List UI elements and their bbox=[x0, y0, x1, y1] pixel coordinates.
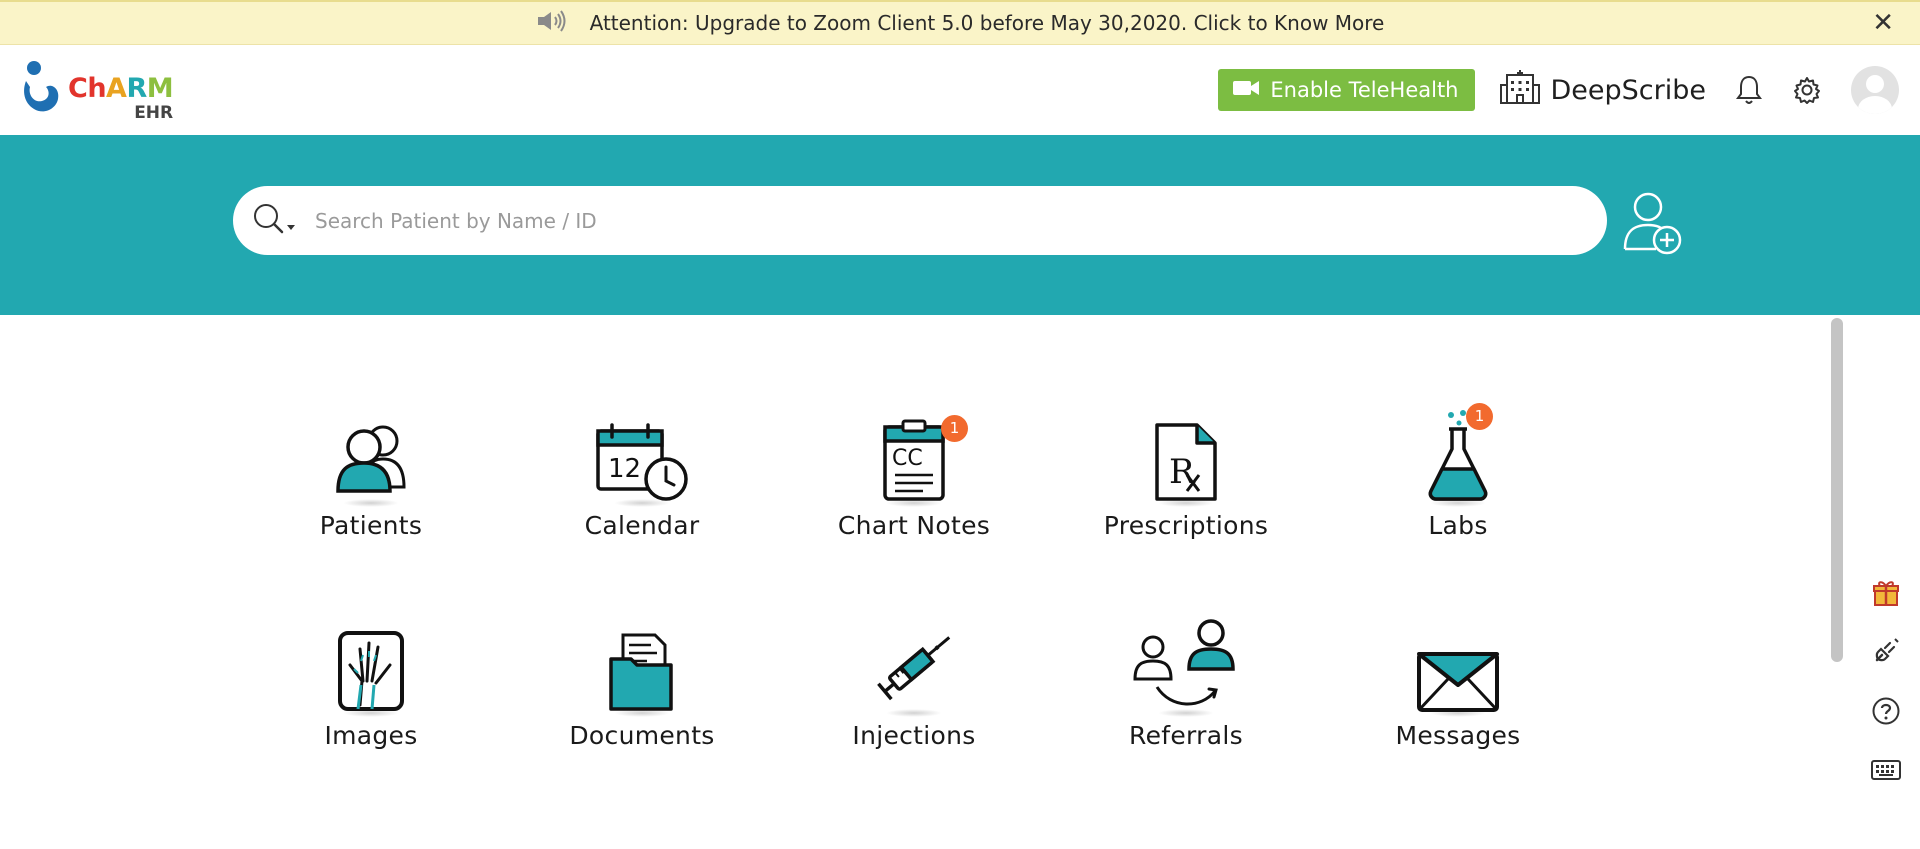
svg-text:CC: CC bbox=[892, 446, 923, 471]
search-icon bbox=[251, 201, 297, 241]
logo-wordmark: ChARM EHR bbox=[68, 73, 174, 123]
module-label: Referrals bbox=[1129, 721, 1243, 750]
module-referrals[interactable]: Referrals bbox=[1076, 613, 1296, 763]
calendar-icon: 12 bbox=[596, 423, 688, 501]
module-label: Calendar bbox=[584, 511, 700, 540]
scrollbar-thumb[interactable] bbox=[1831, 318, 1843, 662]
close-icon[interactable]: ✕ bbox=[1872, 10, 1894, 36]
module-grid: Patients 12 Calendar CC 1 Chart Notes R … bbox=[0, 315, 1920, 849]
charm-logo[interactable]: ChARM EHR bbox=[20, 59, 174, 123]
logo-sub: EHR bbox=[134, 103, 174, 123]
speaker-icon bbox=[536, 9, 570, 38]
module-calendar[interactable]: 12 Calendar bbox=[532, 403, 752, 553]
module-label: Patients bbox=[319, 511, 423, 540]
prescription-icon: R bbox=[1155, 423, 1217, 501]
module-chart-notes[interactable]: CC 1 Chart Notes bbox=[804, 403, 1024, 553]
folder-icon bbox=[609, 633, 673, 711]
charm-logo-mark bbox=[24, 61, 59, 112]
module-label: Images bbox=[324, 721, 418, 750]
module-label: Prescriptions bbox=[1103, 511, 1269, 540]
keyboard-icon[interactable] bbox=[1866, 750, 1906, 790]
xray-hand-icon bbox=[338, 631, 404, 711]
announcement-banner: Attention: Upgrade to Zoom Client 5.0 be… bbox=[0, 0, 1920, 45]
module-prescriptions[interactable]: R Prescriptions bbox=[1076, 403, 1296, 553]
module-label: Injections bbox=[852, 721, 976, 750]
search-band bbox=[0, 135, 1920, 315]
module-label: Labs bbox=[1428, 511, 1488, 540]
search-input[interactable] bbox=[315, 208, 1555, 233]
syringe-icon bbox=[877, 636, 951, 701]
practice-name: DeepScribe bbox=[1550, 74, 1707, 106]
envelope-icon bbox=[1417, 652, 1499, 712]
video-camera-icon bbox=[1232, 78, 1260, 103]
gear-icon[interactable] bbox=[1792, 75, 1822, 105]
module-images[interactable]: Images bbox=[261, 613, 481, 763]
patients-icon bbox=[336, 425, 406, 493]
module-messages[interactable]: Messages bbox=[1348, 613, 1568, 763]
hospital-icon bbox=[1499, 69, 1541, 112]
module-labs[interactable]: 1 Labs bbox=[1348, 403, 1568, 553]
notification-badge: 1 bbox=[1466, 403, 1493, 430]
telehealth-label: Enable TeleHealth bbox=[1270, 78, 1459, 102]
module-documents[interactable]: Documents bbox=[532, 613, 752, 763]
gift-icon[interactable] bbox=[1866, 573, 1906, 613]
search-options-button[interactable] bbox=[251, 201, 297, 241]
referral-icon bbox=[1133, 619, 1235, 706]
notification-badge: 1 bbox=[941, 415, 968, 442]
module-patients[interactable]: Patients bbox=[261, 403, 481, 553]
help-icon[interactable] bbox=[1866, 691, 1906, 731]
announcement-text: Attention: Upgrade to Zoom Client 5.0 be… bbox=[589, 11, 1385, 35]
right-rail bbox=[1856, 315, 1920, 849]
plug-icon[interactable] bbox=[1866, 631, 1906, 671]
chart-notes-icon: CC bbox=[883, 419, 945, 501]
practice-switcher[interactable]: DeepScribe bbox=[1499, 69, 1707, 112]
app-header: ChARM EHR Enable TeleHealth DeepScribe bbox=[0, 45, 1920, 135]
bell-icon[interactable] bbox=[1734, 74, 1764, 106]
enable-telehealth-button[interactable]: Enable TeleHealth bbox=[1218, 69, 1475, 111]
add-patient-icon[interactable] bbox=[1620, 189, 1684, 261]
module-injections[interactable]: Injections bbox=[804, 613, 1024, 763]
module-label: Documents bbox=[569, 721, 715, 750]
module-label: Messages bbox=[1395, 721, 1521, 750]
patient-search-bar bbox=[233, 186, 1607, 255]
avatar[interactable] bbox=[1850, 65, 1900, 115]
announcement-link[interactable]: Attention: Upgrade to Zoom Client 5.0 be… bbox=[536, 9, 1385, 38]
svg-text:12: 12 bbox=[608, 454, 641, 484]
module-label: Chart Notes bbox=[837, 511, 991, 540]
